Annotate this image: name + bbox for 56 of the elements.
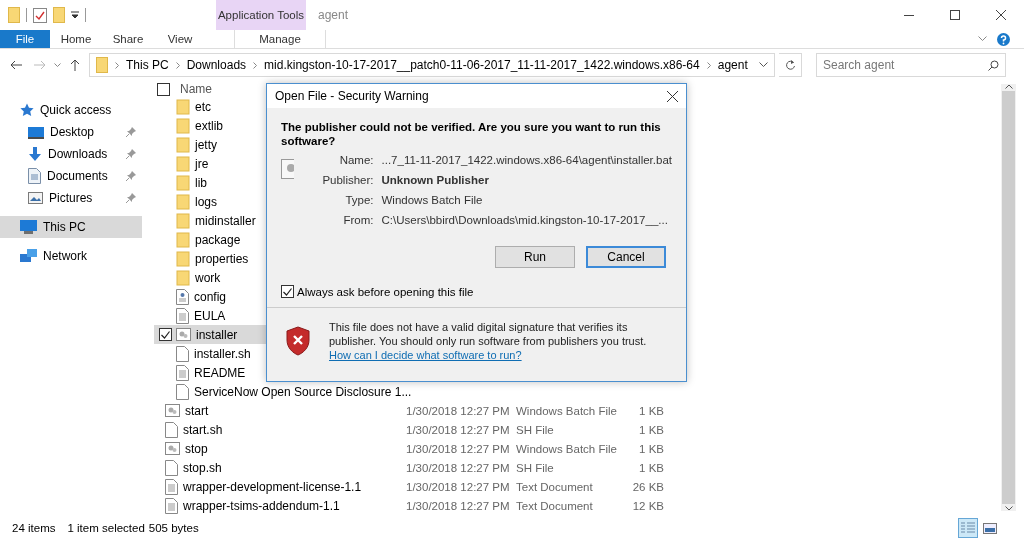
date-cell-text: 1/30/2018 12:27 PM xyxy=(406,404,511,417)
dialog-title: Open File - Security Warning xyxy=(275,89,429,103)
file-name: installer.sh xyxy=(194,346,251,361)
warning-text: This file does not have a valid digital signature that verifies its publisher. You should only run software from publishers you trust. xyxy=(329,320,648,348)
file-name: README xyxy=(194,365,246,380)
selection-size: 505 bytes xyxy=(148,522,199,534)
file-name: wrapper-tsims-addendum-1.1 xyxy=(183,498,340,513)
field-value: ...7_11-11-2017_1422.windows.x86-64\agent\installer.bat xyxy=(381,153,672,168)
file-name: work xyxy=(195,270,221,285)
date-cell-text: 1/30/2018 12:27 PM xyxy=(406,442,511,455)
file-name: stop.sh xyxy=(183,460,222,475)
field-label: Name: xyxy=(338,153,374,168)
file-name: stop xyxy=(185,441,208,456)
file-name: package xyxy=(195,232,241,247)
file-name: start xyxy=(185,403,209,418)
field-label: Type: xyxy=(344,193,374,208)
size-cell-text: 12 KB xyxy=(631,499,664,512)
date-cell-text: 1/30/2018 12:27 PM xyxy=(406,461,511,474)
file-name: EULA xyxy=(194,308,226,323)
file-name: jre xyxy=(195,156,209,171)
type-cell-text: SH File xyxy=(516,461,555,474)
file-name: extlib xyxy=(195,118,223,133)
window-title: agent xyxy=(317,7,350,24)
file-name: midinstaller xyxy=(195,213,256,228)
field-value: C:\Users\bbird\Downloads\mid.kingston-10-17-2017__... xyxy=(381,213,669,228)
type-cell-text: SH File xyxy=(516,423,555,436)
field-label: From: xyxy=(342,213,374,228)
file-name: etc xyxy=(195,99,211,114)
type-cell-text: Windows Batch File xyxy=(516,442,618,455)
date-cell-text: 1/30/2018 12:27 PM xyxy=(406,499,511,512)
size-cell-text: 1 KB xyxy=(638,442,664,455)
date-cell-text: 1/30/2018 12:27 PM xyxy=(406,480,511,493)
item-count: 24 items xyxy=(12,522,56,534)
size-cell-text: 26 KB xyxy=(631,480,664,493)
type-cell-text: Windows Batch File xyxy=(516,404,618,417)
type-cell-text: Text Document xyxy=(516,480,594,493)
file-name: logs xyxy=(195,194,217,209)
size-cell-text: 1 KB xyxy=(638,423,664,436)
size-cell-text: 1 KB xyxy=(638,461,664,474)
file-name: properties xyxy=(195,251,249,266)
date-cell-text: 1/30/2018 12:27 PM xyxy=(406,423,511,436)
file-name: config xyxy=(194,289,227,304)
selection-count: 1 item selected xyxy=(67,522,145,534)
field-value: Unknown Publisher xyxy=(381,173,490,188)
file-name: wrapper-development-license-1.1 xyxy=(183,479,362,494)
dialog-heading: The publisher could not be verified. Are you sure you want to run this software? xyxy=(281,120,662,148)
file-name: lib xyxy=(195,175,207,190)
file-name: jetty xyxy=(195,137,217,152)
type-cell-text: Text Document xyxy=(516,499,594,512)
context-tab-group: Application Tools xyxy=(216,0,306,30)
size-cell-text: 1 KB xyxy=(638,404,664,417)
field-label: Publisher: xyxy=(321,173,374,188)
field-value: Windows Batch File xyxy=(381,193,484,208)
file-name: installer xyxy=(196,327,238,342)
file-name: ServiceNow Open Source Disclosure 1... xyxy=(194,384,412,399)
file-name: start.sh xyxy=(183,422,223,437)
